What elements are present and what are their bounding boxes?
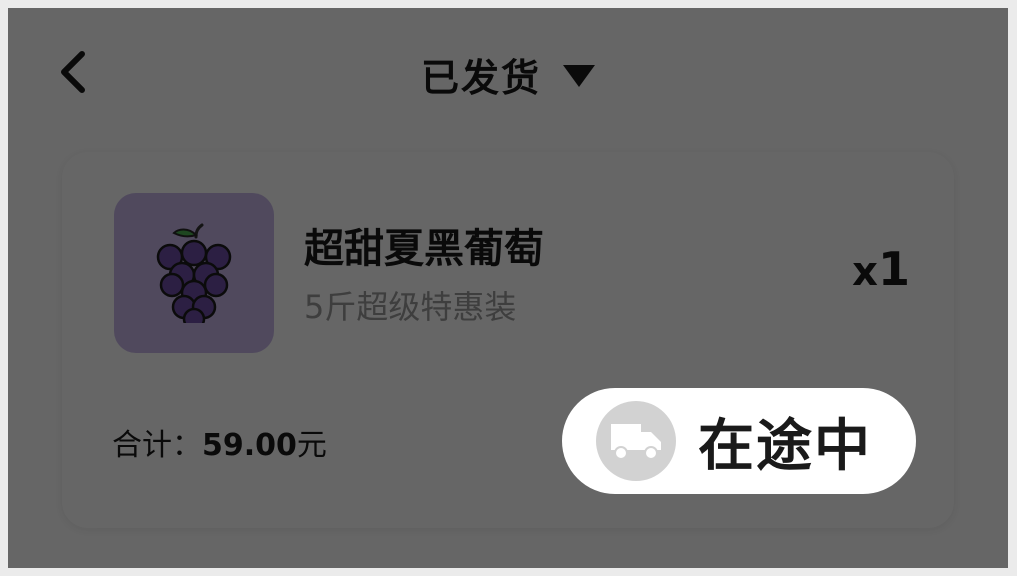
caret-down-icon	[563, 65, 595, 87]
shipping-status-button[interactable]: 在途中	[562, 388, 916, 494]
screen: 已发货 超甜夏黑葡萄 5斤超级特惠装 x1 合计：59.00元 在途中	[8, 8, 1008, 568]
quantity-prefix: x	[852, 249, 878, 295]
truck-icon	[611, 424, 661, 460]
quantity: x1	[852, 242, 910, 296]
product-thumbnail	[114, 193, 274, 353]
page-title: 已发货	[420, 55, 541, 100]
top-bar: 已发货	[8, 8, 1008, 138]
status-label: 在途中	[698, 413, 872, 479]
currency-unit: 元	[296, 428, 327, 463]
grapes-icon	[156, 223, 232, 323]
order-total: 合计：59.00元	[112, 420, 327, 464]
quantity-value: 1	[877, 242, 910, 296]
total-amount: 59.00	[202, 428, 297, 463]
total-label: 合计：	[112, 428, 202, 463]
product-spec: 5斤超级特惠装	[304, 288, 517, 326]
status-filter-dropdown[interactable]: 已发货	[8, 44, 1008, 104]
product-name: 超甜夏黑葡萄	[304, 226, 544, 272]
truck-icon-badge	[596, 401, 676, 481]
